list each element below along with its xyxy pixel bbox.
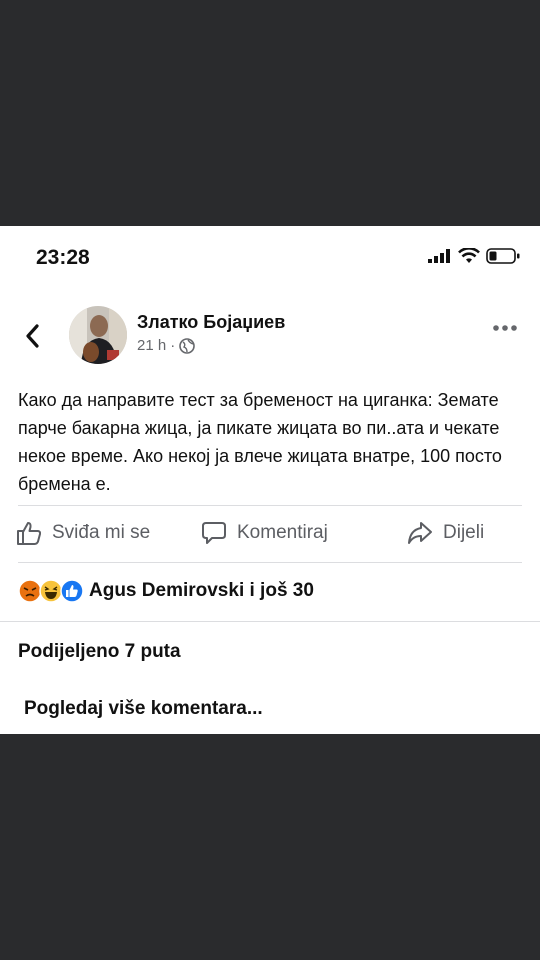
back-chevron-icon[interactable]	[22, 322, 44, 350]
status-time: 23:28	[36, 246, 90, 269]
status-icons	[428, 248, 520, 264]
like-label: Sviđa mi se	[52, 522, 151, 543]
like-button[interactable]: Sviđa mi se	[16, 520, 150, 546]
comment-button[interactable]: Komentiraj	[201, 520, 328, 546]
shares-count[interactable]: Podijeljeno 7 puta	[18, 641, 181, 663]
globe-icon	[179, 337, 196, 354]
comment-label: Komentiraj	[237, 522, 328, 543]
more-options-icon[interactable]	[492, 324, 518, 332]
post-screen: 23:28 Златко Бојаџиев 21 h · Како да нап…	[0, 226, 540, 734]
share-button[interactable]: Dijeli	[407, 520, 484, 546]
like-emoji-icon	[60, 579, 84, 603]
reactions-summary[interactable]: Agus Demirovski i još 30	[18, 579, 314, 603]
divider	[18, 562, 522, 563]
divider	[18, 505, 522, 506]
thumbs-up-icon	[17, 522, 42, 545]
view-more-comments-link[interactable]: Pogledaj više komentara...	[24, 698, 263, 720]
reactions-label: Agus Demirovski i još 30	[89, 580, 314, 601]
post-text: Како да направите тест за бременост на ц…	[18, 390, 502, 494]
reaction-icons	[18, 579, 84, 603]
meta-separator: ·	[170, 337, 176, 354]
share-label: Dijeli	[443, 522, 485, 543]
post-meta: 21 h ·	[137, 337, 196, 354]
post-author-name[interactable]: Златко Бојаџиев	[137, 312, 285, 333]
post-time[interactable]: 21 h	[137, 337, 166, 354]
author-avatar[interactable]	[69, 306, 127, 364]
share-arrow-icon	[408, 522, 432, 544]
divider	[0, 621, 540, 622]
wifi-icon	[458, 248, 480, 263]
signal-icon	[428, 249, 450, 263]
comment-bubble-icon	[202, 522, 226, 544]
battery-icon	[486, 248, 520, 264]
